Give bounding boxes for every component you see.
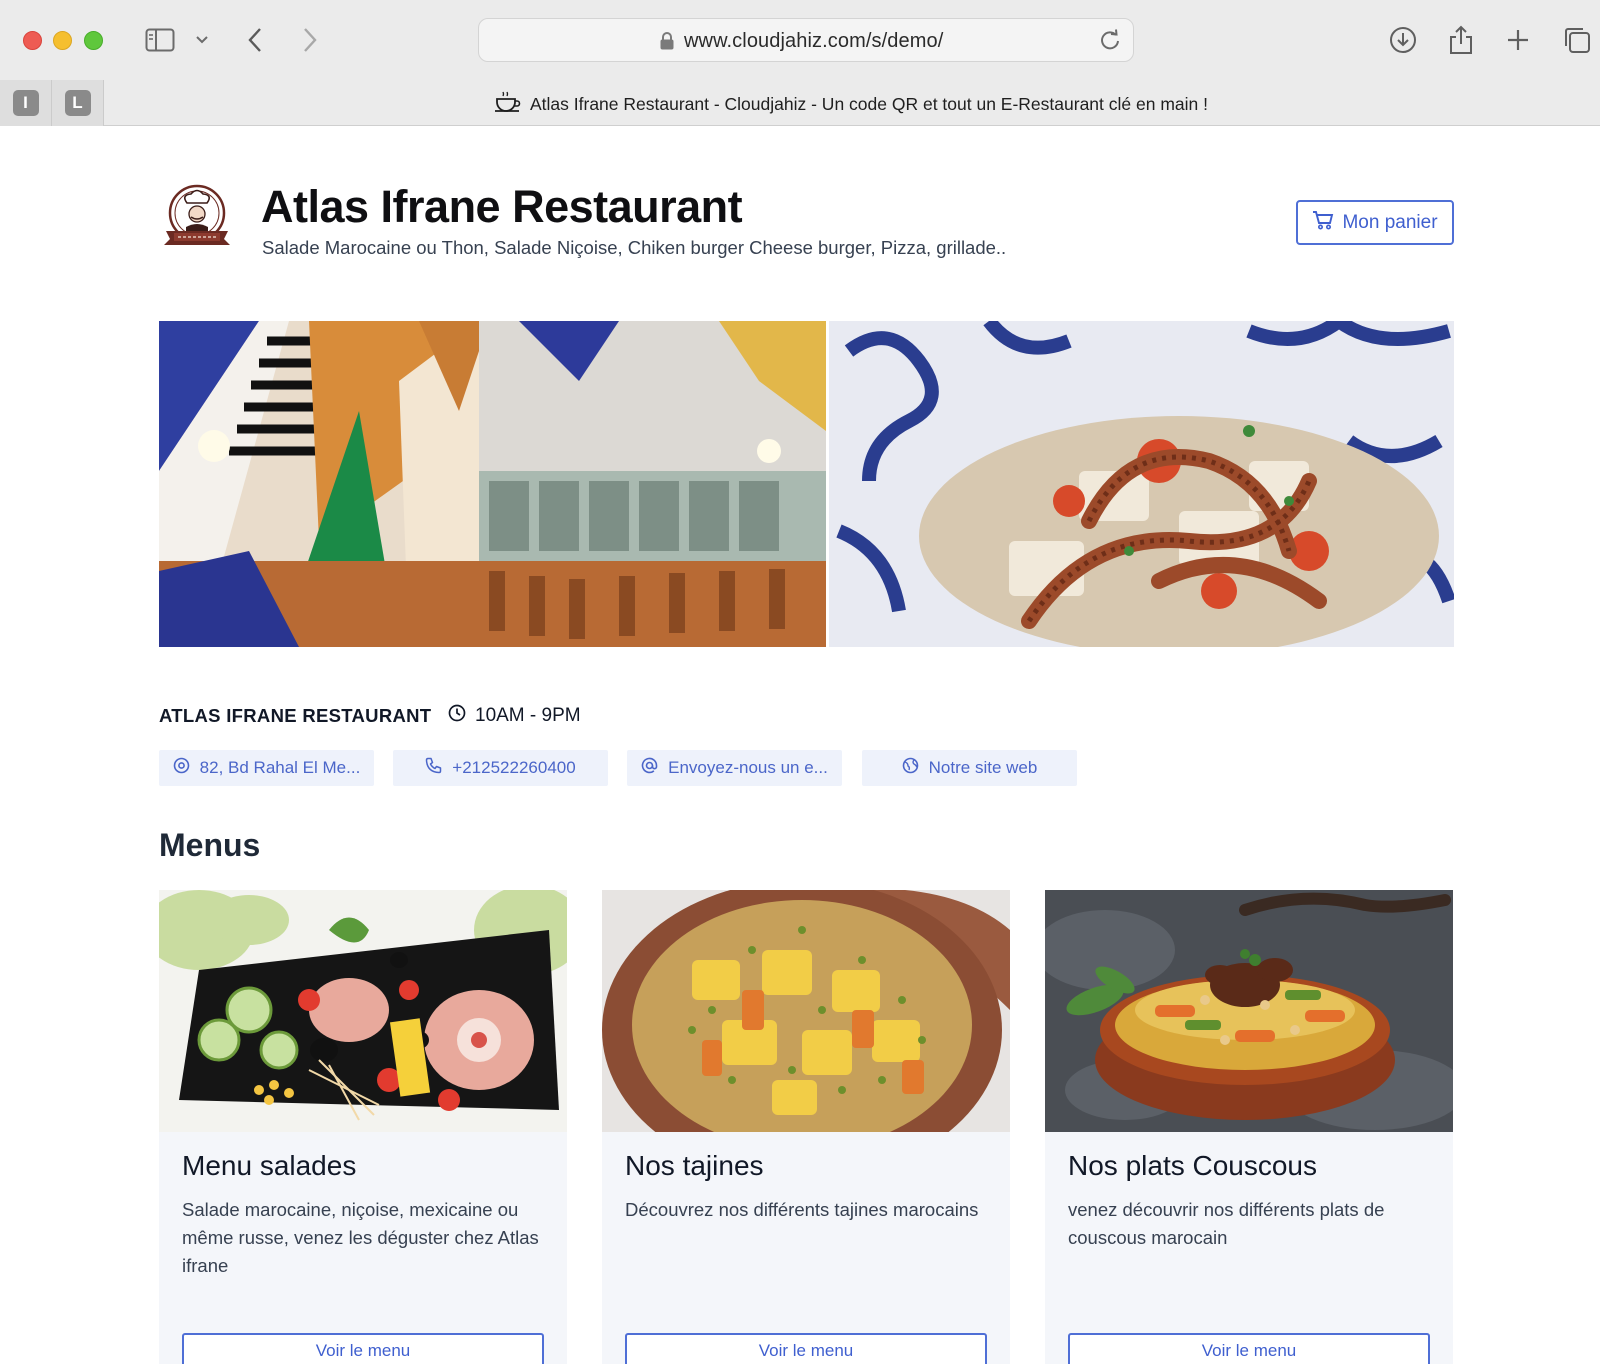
menu-card-description: Salade marocaine, niçoise, mexicaine ou … (182, 1199, 539, 1276)
menu-card-image-couscous (1045, 890, 1453, 1132)
pinned-tab-i[interactable]: I (0, 80, 52, 126)
email-chip[interactable]: Envoyez-nous un e... (627, 750, 842, 786)
back-icon[interactable] (243, 20, 267, 60)
menus-section-title: Menus (159, 827, 261, 863)
tab-title-text: Atlas Ifrane Restaurant - Cloudjahiz - U… (530, 94, 1208, 114)
address-bar[interactable]: www.cloudjahiz.com/s/demo/ (478, 18, 1134, 62)
menu-card-image-tajines (602, 890, 1010, 1132)
url-text[interactable]: www.cloudjahiz.com/s/demo/ (684, 30, 943, 53)
view-menu-button[interactable]: Voir le menu (182, 1333, 544, 1364)
menu-card-salades[interactable]: Menu salades Salade marocaine, niçoise, … (159, 890, 567, 1364)
clock-icon (448, 704, 466, 728)
zoom-window-button[interactable] (84, 31, 103, 50)
phone-icon (425, 757, 442, 779)
share-icon[interactable] (1446, 20, 1476, 60)
octopus-dish-image (826, 321, 1454, 647)
forward-icon[interactable] (298, 20, 322, 60)
browser-chrome: www.cloudjahiz.com/s/demo/ I L Atlas Ifr… (0, 0, 1600, 126)
active-tab[interactable]: Atlas Ifrane Restaurant - Cloudjahiz - U… (494, 91, 1208, 118)
pinned-tab-favicon: L (64, 90, 91, 116)
view-menu-button[interactable]: Voir le menu (625, 1333, 987, 1364)
close-window-button[interactable] (23, 31, 42, 50)
website-chip-label: Notre site web (928, 758, 1038, 777)
website-chip[interactable]: Notre site web (862, 750, 1077, 786)
view-menu-button[interactable]: Voir le menu (1068, 1333, 1430, 1364)
globe-icon (902, 757, 919, 779)
phone-chip-label: +212522260400 (452, 758, 576, 777)
location-pin-icon (173, 757, 190, 779)
menu-card-image-salades (159, 890, 567, 1132)
menu-card-title: Nos plats Couscous (1068, 1150, 1318, 1181)
plus-icon[interactable] (1503, 20, 1533, 60)
download-icon[interactable] (1387, 20, 1419, 60)
hero-banner (159, 321, 1454, 647)
address-chip[interactable]: 82, Bd Rahal El Me... (159, 750, 374, 786)
page-subtitle: Salade Marocaine ou Thon, Salade Niçoise… (262, 237, 1007, 258)
cart-icon (1312, 210, 1334, 236)
chevron-down-icon[interactable] (193, 20, 211, 60)
menu-card-tajines[interactable]: Nos tajines Découvrez nos différents taj… (602, 890, 1010, 1364)
reload-icon[interactable] (1099, 29, 1121, 56)
menu-card-title: Menu salades (182, 1150, 357, 1181)
lock-icon (659, 31, 675, 56)
restaurant-interior-image (159, 321, 826, 647)
menu-card-couscous[interactable]: Nos plats Couscous venez découvrir nos d… (1045, 890, 1453, 1364)
page-content: Atlas Ifrane Restaurant Salade Marocaine… (0, 127, 1600, 1364)
address-chip-label: 82, Bd Rahal El Me... (199, 758, 361, 777)
coffee-cup-icon (494, 91, 522, 118)
email-chip-label: Envoyez-nous un e... (668, 758, 828, 777)
restaurant-name-heading: ATLAS IFRANE RESTAURANT (159, 705, 432, 726)
phone-chip[interactable]: +212522260400 (393, 750, 608, 786)
opening-hours: 10AM - 9PM (448, 704, 581, 728)
pinned-tab-favicon: I (12, 90, 39, 116)
menu-card-title: Nos tajines (625, 1150, 764, 1181)
opening-hours-text: 10AM - 9PM (475, 705, 581, 726)
restaurant-logo (160, 183, 234, 253)
browser-toolbar: www.cloudjahiz.com/s/demo/ (0, 0, 1600, 80)
menu-card-description: venez découvrir nos différents plats de … (1068, 1199, 1385, 1248)
cart-button[interactable]: Mon panier (1296, 200, 1454, 245)
sidebar-icon[interactable] (143, 20, 177, 60)
tabs-overview-icon[interactable] (1561, 20, 1593, 60)
cart-button-label: Mon panier (1342, 211, 1438, 233)
at-sign-icon (641, 757, 658, 779)
minimize-window-button[interactable] (53, 31, 72, 50)
pinned-tab-l[interactable]: L (52, 80, 104, 126)
menu-card-description: Découvrez nos différents tajines marocai… (625, 1199, 979, 1220)
page-title: Atlas Ifrane Restaurant (261, 181, 743, 232)
